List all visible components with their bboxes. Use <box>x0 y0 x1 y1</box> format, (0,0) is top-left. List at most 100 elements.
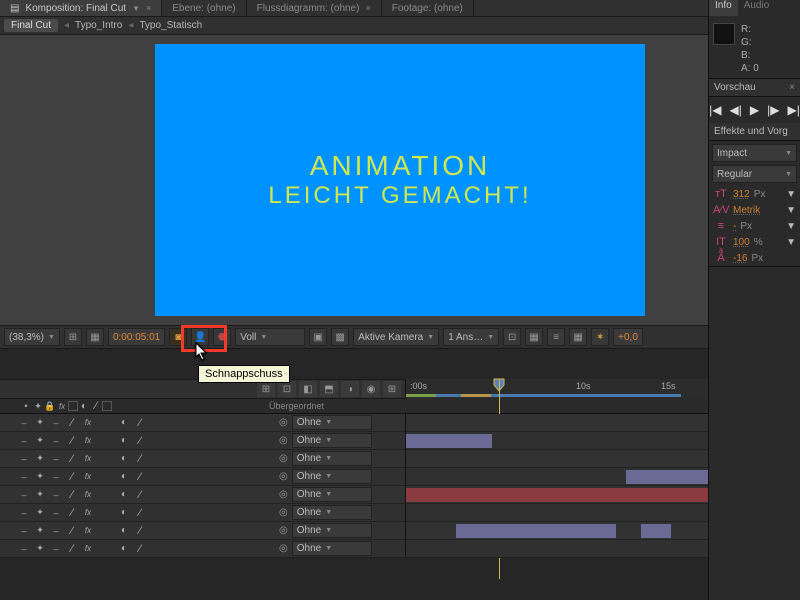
fx-switch[interactable]: fx <box>82 525 94 537</box>
play-icon[interactable]: ▶ <box>750 103 759 117</box>
motion-blur-icon[interactable]: ◉ <box>362 381 380 397</box>
parent-pickwhip-icon[interactable]: ◎ <box>279 525 288 536</box>
parent-pickwhip-icon[interactable]: ◎ <box>279 489 288 500</box>
kerning-field[interactable]: A⁄VMetrik▼ <box>709 202 800 218</box>
channel-icon[interactable]: ⬣ <box>213 328 231 346</box>
layer-row[interactable]: fx ◎Ohne▼ <box>0 468 800 486</box>
switch[interactable] <box>34 507 46 519</box>
switch[interactable] <box>118 417 130 429</box>
layer-row[interactable]: fx ◎Ohne▼ <box>0 450 800 468</box>
exposure-value[interactable]: +0,0 <box>613 328 643 346</box>
switch[interactable] <box>118 489 130 501</box>
switch[interactable] <box>34 417 46 429</box>
layer-row[interactable]: fx ◎ Ohne▼ <box>0 540 800 558</box>
parent-dropdown[interactable]: Ohne▼ <box>292 541 372 556</box>
breadcrumb-item[interactable]: Typo_Intro <box>75 20 122 31</box>
fx-switch[interactable]: fx <box>82 543 94 555</box>
parent-dropdown[interactable]: Ohne▼ <box>292 523 372 538</box>
parent-dropdown[interactable]: Ohne▼ <box>292 469 372 484</box>
scale-field[interactable]: IT100%▼ <box>709 234 800 250</box>
switch-button[interactable]: ⊡ <box>278 381 296 397</box>
shy-icon[interactable]: ⬒ <box>320 381 338 397</box>
prev-frame-icon[interactable]: ◀| <box>730 103 742 117</box>
parent-pickwhip-icon[interactable]: ◎ <box>279 417 288 428</box>
parent-dropdown[interactable]: Ohne▼ <box>292 487 372 502</box>
layer-row[interactable]: fx ◎ Ohne▼ <box>0 414 800 432</box>
views-dropdown[interactable]: 1 Ans…▼ <box>443 328 499 346</box>
3d-icon[interactable]: ◑ <box>341 381 359 397</box>
magnification-dropdown[interactable]: (38,3%)▼ <box>4 328 60 346</box>
switch[interactable] <box>50 507 62 519</box>
switch[interactable] <box>34 453 46 465</box>
switch[interactable] <box>118 507 130 519</box>
close-icon[interactable]: × <box>146 3 151 13</box>
switch[interactable] <box>50 489 62 501</box>
tab-audio[interactable]: Audio <box>738 0 776 16</box>
switch[interactable] <box>18 417 30 429</box>
pixel-aspect-icon[interactable]: ⊡ <box>503 328 521 346</box>
switch[interactable] <box>118 525 130 537</box>
switch[interactable] <box>134 525 146 537</box>
breadcrumb-item[interactable]: Typo_Statisch <box>139 20 202 31</box>
layer-row[interactable]: fx ◎ Ohne▼ <box>0 522 800 540</box>
switch[interactable] <box>50 435 62 447</box>
switch[interactable] <box>134 507 146 519</box>
switch[interactable] <box>66 453 78 465</box>
effects-panel-header[interactable]: Effekte und Vorg <box>709 123 800 141</box>
switch[interactable] <box>66 525 78 537</box>
snapshot-button[interactable]: ◙ <box>169 328 187 346</box>
parent-pickwhip-icon[interactable]: ◎ <box>279 543 288 554</box>
col-motionblur-icon[interactable] <box>78 400 90 412</box>
switch[interactable] <box>66 417 78 429</box>
parent-dropdown[interactable]: Ohne▼ <box>292 415 372 430</box>
switch[interactable] <box>134 489 146 501</box>
switch[interactable] <box>18 489 30 501</box>
switch[interactable] <box>66 435 78 447</box>
parent-dropdown[interactable]: Ohne▼ <box>292 505 372 520</box>
switch-button[interactable]: ⊞ <box>257 381 275 397</box>
transparency-grid-icon[interactable]: ▩ <box>331 328 349 346</box>
tab-info[interactable]: Info <box>709 0 738 16</box>
switch[interactable] <box>50 453 62 465</box>
region-icon[interactable]: ▣ <box>309 328 327 346</box>
layer-row[interactable]: fx ◎Ohne▼ <box>0 432 800 450</box>
clip[interactable] <box>641 524 671 538</box>
fx-switch[interactable]: fx <box>82 435 94 447</box>
switch[interactable] <box>18 507 30 519</box>
safe-zones-icon[interactable]: ⊞ <box>64 328 82 346</box>
switch[interactable] <box>50 471 62 483</box>
show-snapshot-button[interactable]: 👤 <box>191 328 209 346</box>
mask-icon[interactable]: ▦ <box>86 328 104 346</box>
col-visibility-icon[interactable] <box>20 400 32 412</box>
col-lock-icon[interactable]: 🔒 <box>44 400 56 412</box>
resolution-dropdown[interactable]: Voll▼ <box>235 328 305 346</box>
timeline-icon[interactable]: ≡ <box>547 328 565 346</box>
reset-exposure-icon[interactable]: ✶ <box>591 328 609 346</box>
camera-dropdown[interactable]: Aktive Kamera▼ <box>353 328 439 346</box>
switch[interactable] <box>118 543 130 555</box>
col-solo-icon[interactable] <box>32 400 44 412</box>
last-frame-icon[interactable]: ▶| <box>787 103 799 117</box>
switch[interactable] <box>18 435 30 447</box>
tab-flowchart[interactable]: Flussdiagramm: (ohne) × <box>247 0 382 16</box>
tab-footage[interactable]: Footage: (ohne) <box>382 0 474 16</box>
switch[interactable] <box>34 435 46 447</box>
tab-composition[interactable]: ▤ Komposition: Final Cut ▼ × <box>0 0 162 16</box>
switch[interactable] <box>134 543 146 555</box>
parent-pickwhip-icon[interactable]: ◎ <box>279 471 288 482</box>
switch[interactable] <box>66 507 78 519</box>
parent-dropdown[interactable]: Ohne▼ <box>292 433 372 448</box>
comp-button-icon[interactable]: ▦ <box>569 328 587 346</box>
col-quality-icon[interactable] <box>68 401 78 411</box>
tab-layer[interactable]: Ebene: (ohne) <box>162 0 246 16</box>
switch[interactable] <box>50 417 62 429</box>
switch[interactable] <box>18 471 30 483</box>
chevron-down-icon[interactable]: ▼ <box>132 4 140 13</box>
switch[interactable] <box>34 489 46 501</box>
switch[interactable] <box>34 471 46 483</box>
col-3d-icon[interactable] <box>102 401 112 411</box>
switch[interactable] <box>134 453 146 465</box>
composition-viewer[interactable]: ANIMATION LEICHT GEMACHT! <box>0 35 800 325</box>
fx-switch[interactable]: fx <box>82 453 94 465</box>
current-time[interactable]: 0:00:05:01 <box>108 328 165 346</box>
